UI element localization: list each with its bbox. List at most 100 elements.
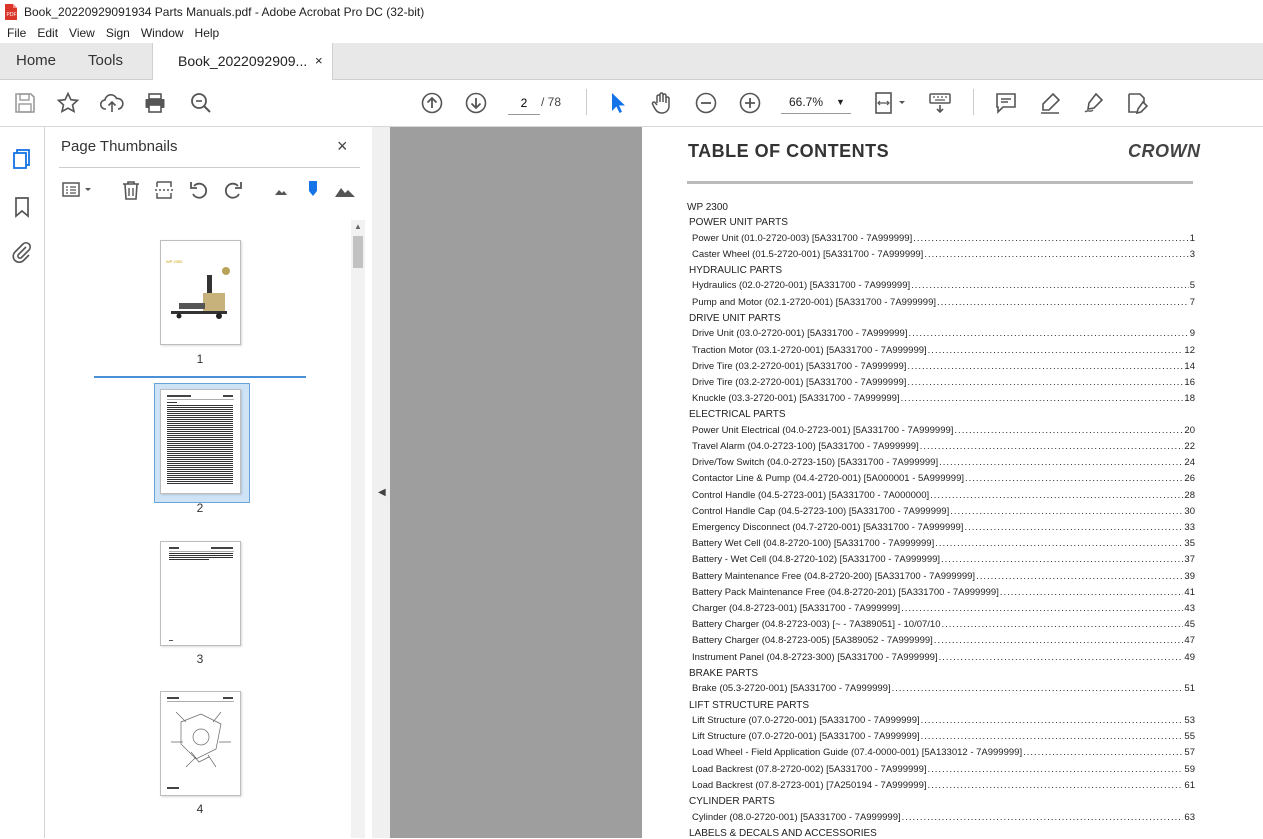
toc-entry[interactable]: Battery Charger (04.8-2723-005) [5A38905… xyxy=(692,635,1195,646)
toc-entry[interactable]: Drive Tire (03.2-2720-001) [5A331700 - 7… xyxy=(692,361,1195,372)
zoom-select[interactable]: 66.7% ▼ xyxy=(781,91,851,114)
toc-leader-dots: ........................................… xyxy=(999,586,1184,598)
page-thumbnail[interactable]: WP 2300 xyxy=(160,240,241,345)
page-thumbnail[interactable] xyxy=(160,389,241,494)
toc-entry[interactable]: Power Unit (01.0-2720-003) [5A331700 - 7… xyxy=(692,233,1195,244)
toc-entry-page: 12 xyxy=(1184,344,1195,356)
rotate-ccw-icon[interactable] xyxy=(188,179,210,201)
extract-pages-icon[interactable] xyxy=(154,179,176,201)
page-up-icon[interactable] xyxy=(420,91,444,115)
page-thumbnail[interactable] xyxy=(160,691,241,796)
toc-entry[interactable]: Load Backrest (07.8-2720-002) [5A331700 … xyxy=(692,764,1195,775)
toc-leader-dots: ........................................… xyxy=(976,570,1184,582)
toc-section-heading: DRIVE UNIT PARTS xyxy=(689,312,781,324)
toc-section-heading: LABELS & DECALS AND ACCESSORIES xyxy=(689,827,877,839)
toc-entry[interactable]: Emergency Disconnect (04.7-2720-001) [5A… xyxy=(692,522,1195,533)
scrollbar-thumb[interactable] xyxy=(353,236,363,268)
thumb-size-slider-icon[interactable] xyxy=(302,179,324,201)
page-thumbnails-icon[interactable] xyxy=(11,148,33,170)
tab-tools[interactable]: Tools xyxy=(88,43,123,79)
toc-entry-label: Hydraulics (02.0-2720-001) [5A331700 - 7… xyxy=(692,280,911,292)
highlight-icon[interactable] xyxy=(1038,91,1062,115)
scroll-up-icon[interactable]: ▲ xyxy=(354,222,362,231)
toc-entry[interactable]: Travel Alarm (04.0-2723-100) [5A331700 -… xyxy=(692,441,1195,452)
toc-entry[interactable]: Battery Pack Maintenance Free (04.8-2720… xyxy=(692,587,1195,598)
toc-leader-dots: ........................................… xyxy=(941,554,1183,566)
rotate-cw-icon[interactable] xyxy=(222,179,244,201)
bookmarks-icon[interactable] xyxy=(11,196,33,218)
toc-entry[interactable]: Battery Wet Cell (04.8-2720-100) [5A3317… xyxy=(692,538,1195,549)
toc-entry[interactable]: Caster Wheel (01.5-2720-001) [5A331700 -… xyxy=(692,249,1195,260)
star-icon[interactable] xyxy=(56,91,80,115)
larger-thumbs-icon[interactable] xyxy=(334,179,356,201)
menu-window[interactable]: Window xyxy=(141,26,184,40)
toc-entry[interactable]: Control Handle (04.5-2723-001) [5A331700… xyxy=(692,490,1195,501)
toc-entry[interactable]: Load Wheel - Field Application Guide (07… xyxy=(692,747,1195,758)
toc-entry[interactable]: Knuckle (03.3-2720-001) [5A331700 - 7A99… xyxy=(692,393,1195,404)
toc-entry[interactable]: Hydraulics (02.0-2720-001) [5A331700 - 7… xyxy=(692,280,1195,291)
page-thumbnail[interactable] xyxy=(160,541,241,646)
toc-entry[interactable]: Pump and Motor (02.1-2720-001) [5A331700… xyxy=(692,297,1195,308)
attachments-icon[interactable] xyxy=(11,241,33,263)
toc-entry[interactable]: Drive/Tow Switch (04.0-2723-150) [5A3317… xyxy=(692,457,1195,468)
toc-entry-page: 22 xyxy=(1184,441,1195,452)
menu-bar: File Edit View Sign Window Help xyxy=(0,23,1263,43)
toc-entry[interactable]: Battery - Wet Cell (04.8-2720-102) [5A33… xyxy=(692,554,1195,565)
toc-entry-page: 28 xyxy=(1184,489,1195,501)
menu-file[interactable]: File xyxy=(7,26,26,40)
tab-close-icon[interactable]: × xyxy=(315,43,323,79)
menu-help[interactable]: Help xyxy=(195,26,220,40)
page-down-icon[interactable] xyxy=(464,91,488,115)
print-icon[interactable] xyxy=(143,91,167,115)
options-menu-icon[interactable] xyxy=(61,179,95,201)
toc-section-heading: HYDRAULIC PARTS xyxy=(689,264,782,276)
toc-entry[interactable]: Lift Structure (07.0-2720-001) [5A331700… xyxy=(692,715,1195,726)
comment-icon[interactable] xyxy=(994,91,1018,115)
scroll-mode-icon[interactable] xyxy=(928,91,952,115)
zoom-out-icon[interactable] xyxy=(694,91,718,115)
upload-icon[interactable] xyxy=(99,91,124,115)
smaller-thumbs-icon[interactable] xyxy=(270,179,292,201)
panel-collapse-strip[interactable]: ◀ xyxy=(372,127,390,838)
fit-page-icon[interactable] xyxy=(874,91,908,115)
toc-entry[interactable]: Brake (05.3-2720-001) [5A331700 - 7A9999… xyxy=(692,683,1195,694)
toc-entry[interactable]: Battery Charger (04.8-2723-003) [~ - 7A3… xyxy=(692,619,1195,630)
tab-document[interactable]: Book_2022092909... × xyxy=(152,43,333,80)
toc-entry[interactable]: Load Backrest (07.8-2723-001) [7A250194 … xyxy=(692,780,1195,791)
menu-view[interactable]: View xyxy=(69,26,95,40)
zoom-search-icon[interactable] xyxy=(189,91,213,115)
delete-icon[interactable] xyxy=(120,179,142,201)
select-arrow-icon[interactable] xyxy=(606,91,630,115)
toc-entry-label: Battery Charger (04.8-2723-005) [5A38905… xyxy=(692,635,933,647)
page-number-input[interactable] xyxy=(508,92,540,115)
save-icon[interactable] xyxy=(13,91,37,115)
fill-sign-icon[interactable] xyxy=(1125,91,1149,115)
toc-entry-page: 63 xyxy=(1184,811,1195,823)
menu-sign[interactable]: Sign xyxy=(106,26,130,40)
toc-entry-page: 61 xyxy=(1184,779,1195,791)
toc-entry[interactable]: Charger (04.8-2723-001) [5A331700 - 7A99… xyxy=(692,603,1195,614)
thumbnail-page-number: 4 xyxy=(196,802,204,816)
menu-edit[interactable]: Edit xyxy=(37,26,58,40)
toc-entry-page: 5 xyxy=(1189,280,1195,292)
thumbnail-scrollbar[interactable]: ▲ xyxy=(351,220,365,838)
collapse-panel-icon[interactable]: ◀ xyxy=(378,487,386,498)
toc-entry[interactable]: Instrument Panel (04.8-2723-300) [5A3317… xyxy=(692,652,1195,663)
tab-home[interactable]: Home xyxy=(16,43,56,79)
toc-entry[interactable]: Traction Motor (03.1-2720-001) [5A331700… xyxy=(692,345,1195,356)
toc-entry[interactable]: Lift Structure (07.0-2720-001) [5A331700… xyxy=(692,731,1195,742)
toc-entry-page: 51 xyxy=(1184,683,1195,695)
toc-entry[interactable]: Power Unit Electrical (04.0-2723-001) [5… xyxy=(692,425,1195,436)
toc-entry-page: 53 xyxy=(1184,715,1195,726)
sign-icon[interactable] xyxy=(1082,91,1106,115)
toc-entry[interactable]: Control Handle Cap (04.5-2723-100) [5A33… xyxy=(692,506,1195,517)
toc-entry[interactable]: Battery Maintenance Free (04.8-2720-200)… xyxy=(692,571,1195,582)
close-icon[interactable]: × xyxy=(337,136,348,157)
toc-entry-label: Load Backrest (07.8-2720-002) [5A331700 … xyxy=(692,763,927,775)
hand-icon[interactable] xyxy=(650,91,674,115)
toc-entry[interactable]: Drive Unit (03.0-2720-001) [5A331700 - 7… xyxy=(692,328,1195,339)
zoom-in-icon[interactable] xyxy=(738,91,762,115)
toc-entry[interactable]: Cylinder (08.0-2720-001) [5A331700 - 7A9… xyxy=(692,812,1195,823)
toc-entry[interactable]: Drive Tire (03.2-2720-001) [5A331700 - 7… xyxy=(692,377,1195,388)
toc-entry[interactable]: Contactor Line & Pump (04.4-2720-001) [5… xyxy=(692,473,1195,484)
